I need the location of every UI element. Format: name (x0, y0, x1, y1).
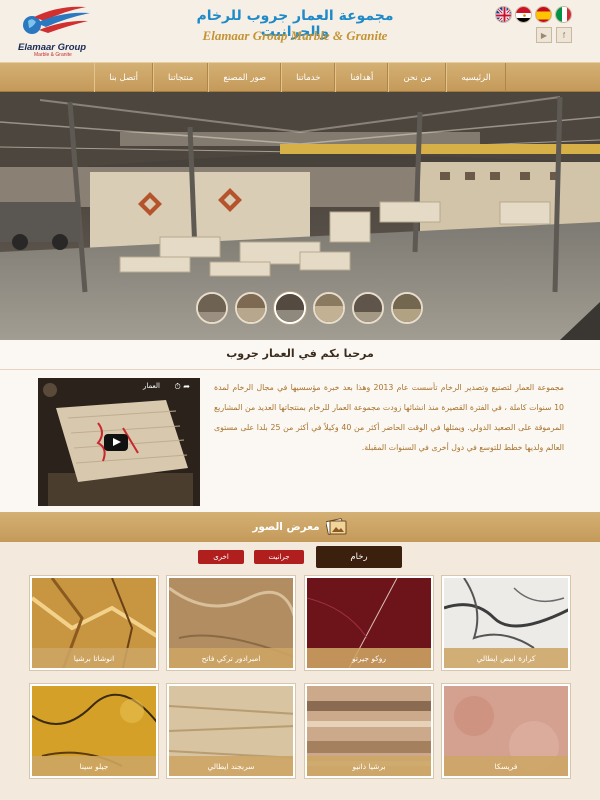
slider-thumbnails (196, 292, 423, 324)
facebook-icon[interactable]: f (556, 27, 572, 43)
uk-flag-icon[interactable] (495, 6, 512, 23)
gallery-tile[interactable]: امبرادور تركي فاتح (167, 576, 295, 670)
slider-thumb[interactable] (235, 292, 267, 324)
slider-thumb-active[interactable] (274, 292, 306, 324)
nav-item-services[interactable]: خدماتنا (281, 63, 336, 93)
video-title: العمار (142, 382, 160, 390)
nav-item-goals[interactable]: أهدافنا (335, 63, 389, 93)
main-nav: الرئيسيه من نحن أهدافنا خدماتنا صور المص… (0, 62, 600, 93)
slider-thumb[interactable] (313, 292, 345, 324)
tile-caption: كرارة ابيض ايطالي (444, 648, 568, 668)
tile-caption: انوشاتا برشيا (32, 648, 156, 668)
nav-item-factory-photos[interactable]: صور المصنع (208, 63, 282, 93)
egypt-flag-icon[interactable] (515, 6, 532, 23)
tile-caption: روكو جيرتو (307, 648, 431, 668)
gallery-icon (325, 518, 347, 535)
about-section: العمار ⏱ ➦ مجموعة العمار لتصنيع وتصدير ا… (0, 370, 600, 512)
tile-caption: امبرادور تركي فاتح (169, 648, 293, 668)
gallery-tile[interactable]: سربجند ايطالي (167, 684, 295, 778)
nav-item-products[interactable]: منتجاتنا (153, 63, 209, 93)
gallery-tile[interactable]: جيلو سينا (30, 684, 158, 778)
tile-caption: جيلو سينا (32, 756, 156, 776)
nav-item-home[interactable]: الرئيسيه (446, 63, 506, 93)
play-icon[interactable] (104, 434, 128, 451)
gallery-tile[interactable]: فريسكا (442, 684, 570, 778)
logo-subtitle: Marble & Granite (34, 52, 72, 58)
tile-caption: برشيا دانيو (307, 756, 431, 776)
video-share-icon[interactable]: ⏱ ➦ (175, 382, 191, 392)
welcome-section-header: مرحبا بكم في العمار جروب (0, 340, 600, 370)
spain-flag-icon[interactable] (535, 6, 552, 23)
gallery-tile[interactable]: روكو جيرتو (305, 576, 433, 670)
language-flags (495, 6, 572, 23)
brand-english: Elamaar Group Marble & Granite (202, 28, 388, 43)
tab-granite[interactable]: جرانيت (254, 550, 304, 564)
tab-marble[interactable]: رخام (316, 546, 402, 568)
gallery-tile[interactable]: انوشاتا برشيا (30, 576, 158, 670)
social-links: ▶ f (536, 27, 572, 43)
gallery-tile[interactable]: كرارة ابيض ايطالي (442, 576, 570, 670)
video-player[interactable]: العمار ⏱ ➦ (38, 378, 200, 506)
tile-caption: فريسكا (444, 756, 568, 776)
slider-thumb[interactable] (391, 292, 423, 324)
nav-item-about[interactable]: من نحن (388, 63, 447, 93)
slider-thumb[interactable] (196, 292, 228, 324)
gallery-title: معرض الصور (252, 521, 320, 533)
nav-item-contact[interactable]: أتصل بنا (94, 63, 154, 93)
gallery-tile[interactable]: برشيا دانيو (305, 684, 433, 778)
italy-flag-icon[interactable] (555, 6, 572, 23)
tab-other[interactable]: اخرى (198, 550, 244, 564)
welcome-title: مرحبا بكم في العمار جروب (226, 347, 374, 360)
tile-caption: سربجند ايطالي (169, 756, 293, 776)
youtube-icon[interactable]: ▶ (536, 27, 552, 43)
gallery-tabs: رخام جرانيت اخرى (0, 544, 600, 574)
slider-thumb[interactable] (352, 292, 384, 324)
site-header: Elamaar Group Marble & Granite مجموعة ال… (0, 0, 600, 62)
about-paragraph: مجموعة العمار لتصنيع وتصدير الرخام تأسست… (214, 383, 564, 452)
hero-slider[interactable] (0, 92, 600, 340)
gallery-header: معرض الصور (0, 512, 600, 542)
